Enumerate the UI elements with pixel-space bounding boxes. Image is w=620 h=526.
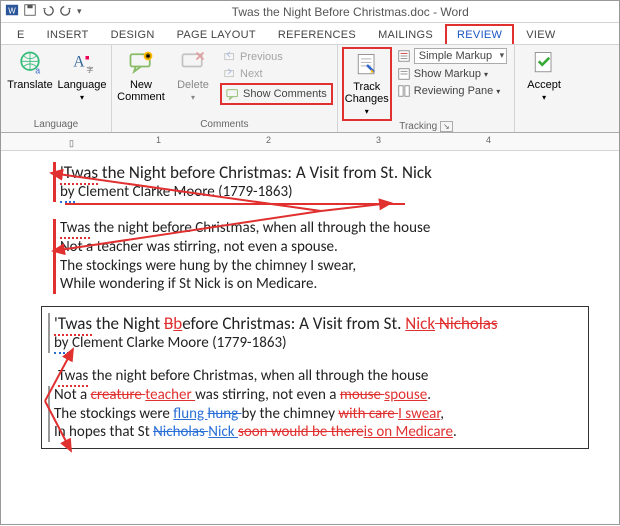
- translate-icon: a: [16, 49, 44, 77]
- group-comments: ✱ NewComment Delete▾ Previous Next Show …: [112, 45, 338, 132]
- delete-button: Delete▾: [168, 47, 218, 105]
- group-changes-label: [519, 119, 569, 132]
- svg-text:W: W: [8, 7, 16, 16]
- svg-text:a: a: [35, 66, 40, 76]
- reviewing-pane-button[interactable]: Reviewing Pane ▾: [394, 83, 510, 99]
- ruler[interactable]: ▯ 1 2 3 4: [1, 133, 619, 151]
- doc-line2[interactable]: Not a teacher was stirring, not even a s…: [60, 238, 589, 257]
- accept-icon: [530, 49, 558, 77]
- group-comments-label: Comments: [116, 119, 333, 132]
- next-icon: [223, 67, 237, 81]
- markup-dropdown[interactable]: Simple Markup: [414, 48, 507, 64]
- show-markup-button[interactable]: Show Markup ▾: [394, 66, 510, 82]
- new-comment-label: NewComment: [117, 79, 165, 103]
- group-tracking: TrackChanges ▾ Simple Markup Show Markup…: [338, 45, 515, 132]
- doc2-line1[interactable]: Twas the night before Christmas, when al…: [58, 367, 580, 386]
- tab-view[interactable]: VIEW: [516, 26, 565, 44]
- group-language-label: Language: [5, 119, 107, 132]
- svg-text:A: A: [73, 54, 85, 71]
- tab-design[interactable]: DESIGN: [101, 26, 165, 44]
- accept-button[interactable]: Accept▾: [519, 47, 569, 105]
- accept-label: Accept▾: [527, 79, 561, 103]
- doc-title[interactable]: 'Twas the Night before Christmas: A Visi…: [60, 162, 589, 183]
- delete-label: Delete▾: [177, 79, 209, 103]
- new-comment-button[interactable]: ✱ NewComment: [116, 47, 166, 105]
- show-comments-button[interactable]: Show Comments: [220, 83, 333, 105]
- group-changes: Accept▾: [515, 45, 573, 132]
- window-title: Twas the Night Before Christmas.doc - Wo…: [82, 5, 619, 19]
- titlebar: W ▾ Twas the Night Before Christmas.doc …: [1, 1, 619, 23]
- word-icon: W: [5, 3, 19, 20]
- save-icon[interactable]: [23, 3, 37, 20]
- doc2-line4[interactable]: In hopes that St Nicholas Nick soon woul…: [54, 423, 580, 442]
- redo-icon[interactable]: [59, 3, 73, 20]
- previous-button: Previous: [220, 49, 333, 65]
- ribbon: a Translate A字 Language ▾ Language ✱ New…: [1, 45, 619, 133]
- tab-references[interactable]: REFERENCES: [268, 26, 366, 44]
- doc2-line3[interactable]: The stockings were flung hung by the chi…: [54, 405, 580, 424]
- show-comments-icon: [226, 87, 240, 101]
- tab-pagelayout[interactable]: PAGE LAYOUT: [167, 26, 266, 44]
- dialog-launcher-icon[interactable]: ↘: [440, 121, 453, 132]
- translate-label: Translate: [7, 79, 52, 91]
- tab-insert[interactable]: INSERT: [37, 26, 99, 44]
- show-markup-icon: [397, 67, 411, 81]
- markup-row: Simple Markup: [394, 47, 510, 65]
- indent-marker-icon[interactable]: ▯: [69, 138, 74, 149]
- undo-icon[interactable]: [41, 3, 55, 20]
- svg-text:字: 字: [86, 65, 93, 74]
- quick-access: W ▾: [1, 3, 82, 20]
- track-changes-label: TrackChanges ▾: [345, 81, 389, 117]
- doc-line4[interactable]: While wondering if St Nick is on Medicar…: [60, 275, 589, 294]
- tab-mailings[interactable]: MAILINGS: [368, 26, 443, 44]
- markup-display-icon: [397, 49, 411, 63]
- doc-line1[interactable]: Twas the night before Christmas, when al…: [60, 219, 589, 238]
- track-changes-button[interactable]: TrackChanges ▾: [342, 47, 392, 121]
- next-button: Next: [220, 66, 333, 82]
- doc2-line2[interactable]: Not a creature teacher was stirring, not…: [54, 386, 580, 405]
- tab-review[interactable]: REVIEW: [445, 24, 514, 44]
- translate-button[interactable]: a Translate: [5, 47, 55, 93]
- language-label: Language ▾: [58, 79, 107, 103]
- document-page[interactable]: 'Twas the Night before Christmas: A Visi…: [1, 152, 619, 524]
- track-changes-icon: [353, 51, 381, 79]
- language-button[interactable]: A字 Language ▾: [57, 47, 107, 105]
- previous-icon: [223, 50, 237, 64]
- comment-icon: ✱: [127, 49, 155, 77]
- doc2-byline[interactable]: by Clement Clarke Moore (1779-1863): [54, 334, 580, 353]
- doc2-title[interactable]: 'Twas the Night Bbefore Christmas: A Vis…: [54, 313, 580, 334]
- delete-icon: [179, 49, 207, 77]
- doc-line3[interactable]: The stockings were hung by the chimney I…: [60, 257, 589, 276]
- tab-file[interactable]: E: [7, 26, 35, 44]
- reviewing-pane-icon: [397, 84, 411, 98]
- ribbon-tabs: E INSERT DESIGN PAGE LAYOUT REFERENCES M…: [1, 23, 619, 45]
- svg-text:✱: ✱: [145, 53, 151, 61]
- all-markup-box: 'Twas the Night Bbefore Christmas: A Vis…: [41, 306, 589, 449]
- group-language: a Translate A字 Language ▾ Language: [1, 45, 112, 132]
- doc-byline[interactable]: by Clement Clarke Moore (1779-1863): [60, 183, 589, 202]
- language-icon: A字: [68, 49, 96, 77]
